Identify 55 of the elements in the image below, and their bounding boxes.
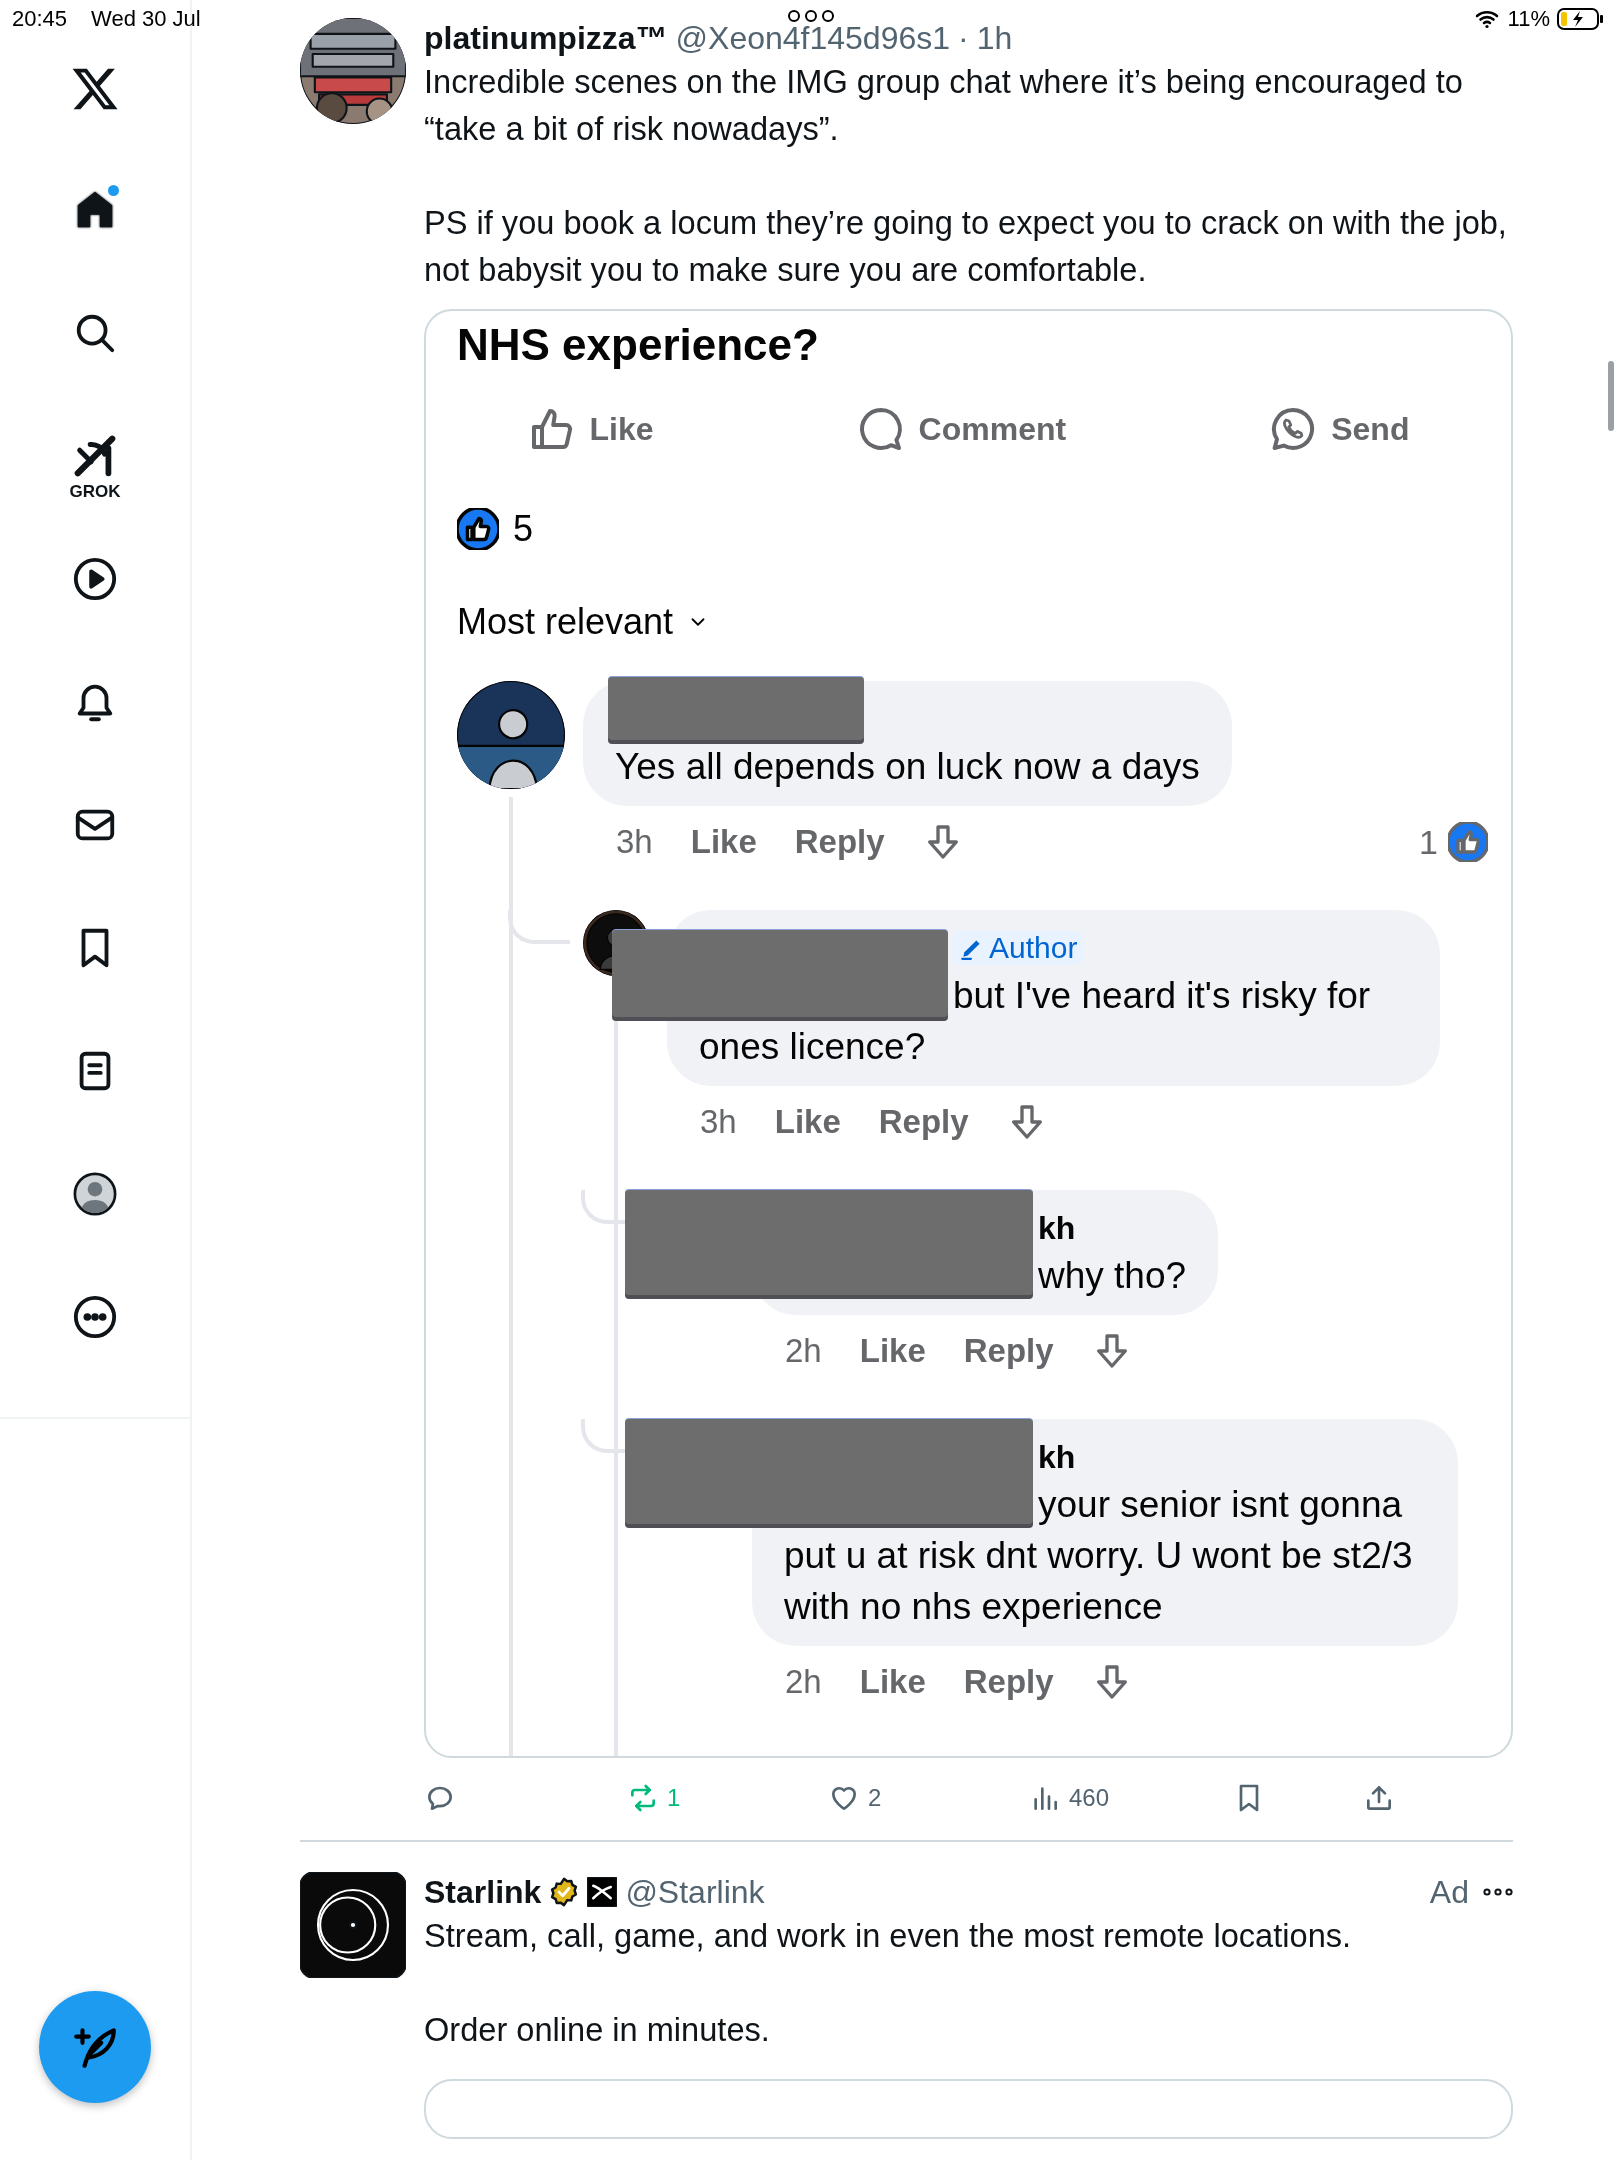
like-link[interactable]: Like xyxy=(859,1663,926,1701)
comment-text: but I've heard it's risky for ones licence? xyxy=(699,974,1372,1069)
starlink-logo-icon xyxy=(300,1872,406,1978)
reaction-count: 5 xyxy=(513,508,534,550)
compose-button[interactable] xyxy=(39,1991,151,2103)
comment-text: Yes all depends on luck now a days xyxy=(615,745,1200,789)
ad-text: Stream, call, game, and work in even the most remote locations. xyxy=(424,1916,1353,1956)
clock: 20:45 xyxy=(12,6,68,32)
comment-time: 3h xyxy=(616,823,653,861)
advertiser-handle[interactable]: @Starlink xyxy=(625,1872,765,1912)
profile-icon[interactable] xyxy=(72,1171,118,1217)
post-time[interactable]: 1h xyxy=(976,18,1013,58)
like-link[interactable]: Like xyxy=(690,823,757,861)
scroll-indicator xyxy=(1608,361,1614,431)
commenter-name[interactable]: kh xyxy=(1038,1209,1076,1247)
reaction-count: 1 xyxy=(1419,822,1438,862)
send-button[interactable]: Send xyxy=(1269,405,1410,453)
sort-dropdown[interactable]: Most relevant xyxy=(457,599,710,645)
multitasking-dots-icon[interactable] xyxy=(788,10,834,22)
comment-text: your senior isnt gonna put u at risk dnt worry. U wont be st2/3 with no nhs experience xyxy=(784,1483,1414,1629)
views-button[interactable]: 460 xyxy=(1029,1782,1233,1814)
ad-text: Order online in minutes. xyxy=(424,2010,771,2050)
grok-logo-icon[interactable] xyxy=(72,433,118,479)
grok-link[interactable]: GROK xyxy=(69,433,121,501)
author-handle[interactable]: @Xeon4f145d96s1 xyxy=(675,18,951,58)
comment-button[interactable]: Comment xyxy=(856,405,1067,453)
reply-link[interactable]: Reply xyxy=(963,1332,1054,1370)
play-icon[interactable] xyxy=(72,556,118,602)
like-button[interactable]: Like xyxy=(527,405,654,453)
comment-time: 3h xyxy=(700,1103,737,1141)
reply-link[interactable]: Reply xyxy=(878,1103,969,1141)
like-link[interactable]: Like xyxy=(774,1103,841,1141)
reply-link[interactable]: Reply xyxy=(963,1663,1054,1701)
post-text: PS if you book a locum they’re going to expect you to crack on with the job, not babysit you to make sure you are comfortable. xyxy=(424,203,1508,290)
author-name[interactable]: platinumpizza™ xyxy=(424,18,668,58)
like-button[interactable]: 2 xyxy=(828,1782,1029,1814)
thumbs-up-reaction-icon xyxy=(1448,822,1488,862)
post-title: NHS experience? xyxy=(457,319,820,371)
more-dots-icon[interactable] xyxy=(1483,1887,1513,1897)
comment-time: 2h xyxy=(785,1332,822,1370)
author-badge: Author xyxy=(953,931,1084,965)
thumbs-up-reaction-icon xyxy=(457,508,499,550)
thread-connector xyxy=(508,910,570,944)
like-link[interactable]: Like xyxy=(859,1332,926,1370)
more-icon[interactable] xyxy=(72,1294,118,1340)
commenter-name[interactable]: kh xyxy=(1038,1438,1076,1476)
comment-time: 2h xyxy=(785,1663,822,1701)
battery-percentage: 11% xyxy=(1507,6,1550,32)
separator: · xyxy=(958,19,969,58)
ad-label: Ad xyxy=(1429,1873,1469,1912)
date: Wed 30 Jul xyxy=(91,6,201,32)
comment-text: why tho? xyxy=(1037,1254,1187,1298)
post-text: Incredible scenes on the IMG group chat where it’s being encouraged to “take a bit of risk nowadays”. xyxy=(424,62,1464,149)
reply-link[interactable]: Reply xyxy=(794,823,885,861)
advertiser-name[interactable]: Starlink xyxy=(424,1872,542,1912)
